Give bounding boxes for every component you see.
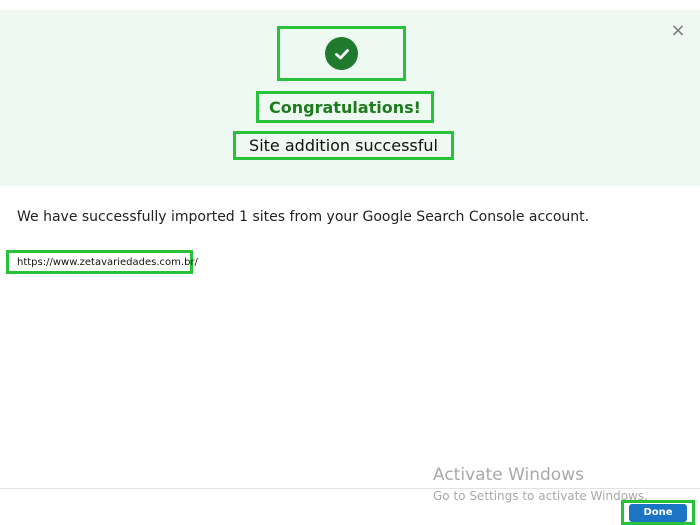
imported-site-url: https://www.zetavariedades.com.br/ [17, 256, 198, 268]
subtitle-frame: Site addition successful [233, 131, 454, 160]
import-message: We have successfully imported 1 sites fr… [17, 209, 590, 225]
success-icon-frame [277, 26, 406, 81]
activate-windows-subtitle: Go to Settings to activate Windows. [433, 489, 648, 503]
site-url-frame: https://www.zetavariedades.com.br/ [6, 250, 198, 274]
title-frame: Congratulations! [256, 91, 434, 123]
check-circle-icon [325, 37, 358, 70]
activate-windows-title: Activate Windows [433, 465, 584, 485]
done-button-frame: Done [621, 500, 695, 525]
dialog-title: Congratulations! [269, 97, 421, 117]
close-icon[interactable]: × [669, 22, 687, 40]
success-dialog: × Congratulations! Site addition success… [0, 0, 700, 525]
top-strip [0, 0, 700, 10]
dialog-subtitle: Site addition successful [249, 136, 438, 155]
done-button[interactable]: Done [629, 503, 687, 522]
checkmark-icon [334, 48, 349, 59]
